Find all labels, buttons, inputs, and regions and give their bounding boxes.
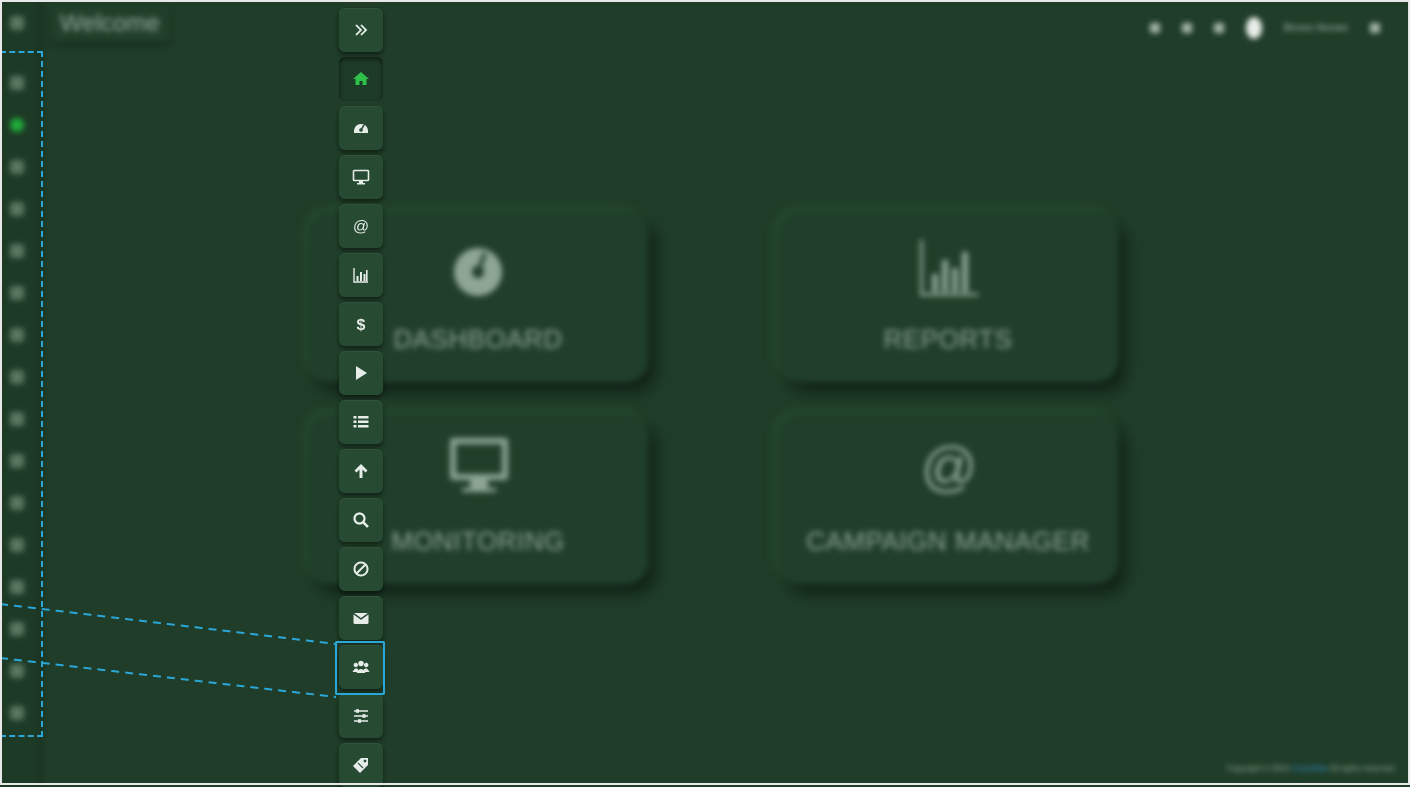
sidebar-item-settings[interactable] [339, 694, 383, 738]
bolt-icon[interactable] [1149, 23, 1160, 33]
rail-ban-icon[interactable] [10, 538, 24, 552]
rail-users-icon[interactable] [10, 622, 24, 636]
search-icon [353, 512, 369, 528]
tag-icon [353, 758, 368, 773]
rail-search-icon[interactable] [10, 496, 24, 510]
user-menu-icon[interactable] [1370, 23, 1380, 33]
background-layer: Welcome Bruno Nunes DASHBOARD REPORTS MO… [0, 0, 1410, 785]
play-icon [356, 366, 367, 380]
rail-at-icon[interactable] [10, 244, 24, 258]
monitor-icon [352, 169, 370, 185]
bar-chart-icon [353, 268, 368, 283]
sidebar-item-dashboard[interactable] [339, 106, 383, 150]
footer-rights: All rights reserved. [1329, 764, 1396, 773]
sidebar-item-home[interactable] [339, 57, 383, 101]
page-title: Welcome [50, 6, 170, 42]
tile-label: CAMPAIGN MANAGER [806, 526, 1090, 556]
tile-reports[interactable]: REPORTS [778, 212, 1118, 382]
sidebar-item-list[interactable] [339, 400, 383, 444]
sidebar-item-mail[interactable] [339, 596, 383, 640]
monitor-icon [450, 438, 508, 492]
logo-icon [10, 16, 24, 30]
rail-monitor-icon[interactable] [10, 202, 24, 216]
svg-text:$: $ [357, 317, 366, 333]
avatar[interactable] [1245, 17, 1262, 39]
at-sign-icon: @ [922, 436, 976, 496]
rail-list-icon[interactable] [10, 412, 24, 426]
sidebar-item-tags[interactable] [339, 743, 383, 787]
sidebar-item-campaign-manager[interactable]: @ [339, 204, 383, 248]
sidebar-item-billing[interactable]: $ [339, 302, 383, 346]
grid-icon[interactable] [1181, 23, 1192, 33]
speedometer-icon [354, 124, 368, 133]
rail-upload-icon[interactable] [10, 454, 24, 468]
at-sign-icon: @ [353, 219, 369, 236]
sidebar-item-monitoring[interactable] [339, 155, 383, 199]
sidebar-item-blocked[interactable] [339, 547, 383, 591]
speedometer-icon [454, 248, 502, 296]
sidebar-item-expand[interactable] [339, 8, 383, 52]
svg-text:@: @ [922, 436, 976, 496]
sidebar-item-reports[interactable] [339, 253, 383, 297]
rail-mail-icon[interactable] [10, 580, 24, 594]
rail-chart-icon[interactable] [10, 286, 24, 300]
rail-dashboard-icon[interactable] [10, 160, 24, 174]
footer: Copyright © 2023 CrossSale All rights re… [1226, 764, 1396, 773]
arrow-up-icon [354, 464, 368, 478]
users-icon [352, 660, 370, 673]
tile-label: REPORTS [883, 324, 1013, 354]
language-icon[interactable] [1213, 23, 1224, 33]
double-chevron-right-icon [355, 24, 368, 36]
sidebar-item-upload[interactable] [339, 449, 383, 493]
sidebar-item-users[interactable] [339, 645, 383, 689]
list-icon [353, 416, 369, 428]
rail-tag-icon[interactable] [10, 706, 24, 720]
sidebar-item-play[interactable] [339, 351, 383, 395]
bar-chart-icon [920, 240, 978, 296]
tile-campaign-manager[interactable]: @ CAMPAIGN MANAGER [778, 414, 1118, 584]
rail-expand-icon[interactable] [10, 76, 24, 90]
rail-dollar-icon[interactable] [10, 328, 24, 342]
ban-icon [353, 561, 369, 577]
sidebar-item-search[interactable] [339, 498, 383, 542]
dollar-icon: $ [357, 317, 366, 333]
top-toolbar: Bruno Nunes [1140, 10, 1390, 46]
rail-settings-icon[interactable] [10, 664, 24, 678]
home-icon [353, 72, 369, 85]
rail-play-icon[interactable] [10, 370, 24, 384]
rail-home-icon[interactable] [10, 118, 24, 132]
sliders-icon [354, 709, 368, 723]
collapsed-left-rail [0, 0, 38, 785]
sidebar: @ $ [337, 0, 385, 787]
svg-text:@: @ [353, 219, 369, 236]
footer-brand-link[interactable]: CrossSale [1291, 764, 1328, 773]
user-name[interactable]: Bruno Nunes [1284, 22, 1348, 34]
envelope-icon [353, 612, 369, 624]
footer-copyright: Copyright © 2023 [1226, 764, 1289, 773]
